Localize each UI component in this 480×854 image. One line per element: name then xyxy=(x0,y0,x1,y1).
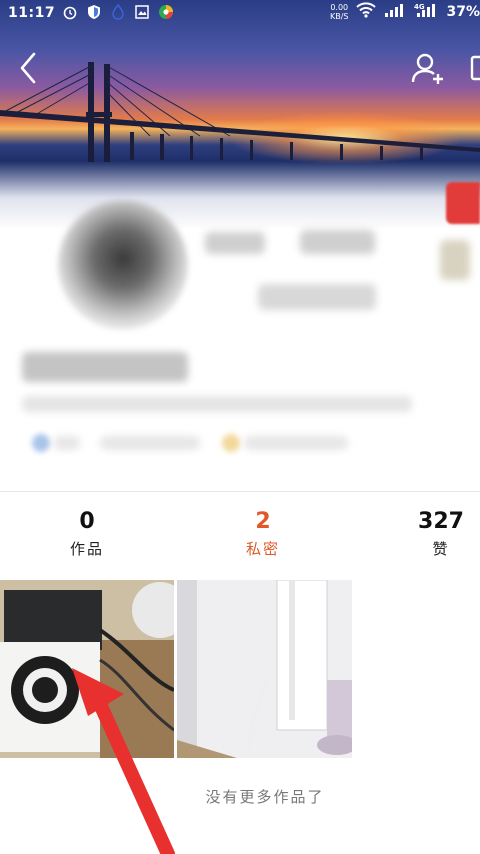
private-works-grid xyxy=(0,580,480,758)
likes-count: 327 xyxy=(418,509,464,534)
wifi-icon xyxy=(356,2,377,22)
signal-icon-4g: 4G xyxy=(414,2,438,22)
status-right: 0.00 KB/S 4G 37% xyxy=(330,2,480,22)
no-more-works-text: 没有更多作品了 xyxy=(205,788,325,806)
network-speed-unit: KB/S xyxy=(329,12,349,21)
blurred-tag-3 xyxy=(244,436,348,450)
signal-icon-1 xyxy=(384,2,406,22)
network-speed: 0.00 KB/S xyxy=(330,3,349,21)
bridge-illustration xyxy=(0,62,480,162)
network-speed-value: 0.00 xyxy=(330,3,349,12)
status-bar: 11:17 0.00 KB/S 4G 37% xyxy=(0,0,480,28)
svg-text:4G: 4G xyxy=(414,3,425,11)
blurred-stat-1 xyxy=(205,232,265,254)
private-label: 私密 xyxy=(245,540,280,558)
app-logo-icon xyxy=(158,4,174,20)
tab-private[interactable]: 2 私密 xyxy=(203,508,323,559)
blurred-stat-2 xyxy=(300,230,375,254)
video-thumbnail[interactable] xyxy=(0,580,174,758)
add-user-icon xyxy=(411,53,443,84)
video-thumbnail[interactable] xyxy=(177,580,352,758)
chevron-left-icon xyxy=(20,52,36,84)
blurred-bio xyxy=(22,396,412,412)
shield-icon xyxy=(86,4,102,20)
works-label: 作品 xyxy=(69,540,104,558)
blurred-side-item xyxy=(440,240,470,280)
works-count: 0 xyxy=(79,509,95,534)
status-notification-icons xyxy=(62,3,174,20)
add-user-button[interactable] xyxy=(410,50,446,86)
blurred-nickname xyxy=(22,352,188,382)
image-icon xyxy=(134,4,150,20)
profile-info-blurred xyxy=(0,180,480,490)
blurred-tag-1 xyxy=(54,436,80,450)
avatar[interactable] xyxy=(58,200,188,330)
blurred-tag-icon-3 xyxy=(222,434,240,452)
private-count: 2 xyxy=(255,509,271,534)
status-time: 11:17 xyxy=(8,5,56,21)
more-button[interactable] xyxy=(466,54,480,84)
likes-label: 赞 xyxy=(432,540,450,558)
blurred-edit-button[interactable] xyxy=(258,284,376,310)
alarm-icon xyxy=(62,4,78,20)
tab-works[interactable]: 0 作品 xyxy=(27,508,147,559)
blurred-tag-icon-1 xyxy=(32,434,50,452)
tab-likes[interactable]: 327 赞 xyxy=(381,508,480,559)
battery-percentage: 37% xyxy=(446,4,480,20)
section-divider xyxy=(0,491,480,492)
droplet-icon xyxy=(110,3,126,20)
blurred-tag-2 xyxy=(100,436,200,450)
more-icon xyxy=(470,55,480,81)
back-button[interactable] xyxy=(14,50,46,86)
profile-stats-tabs: 0 作品 2 私密 327 赞 xyxy=(0,500,480,570)
